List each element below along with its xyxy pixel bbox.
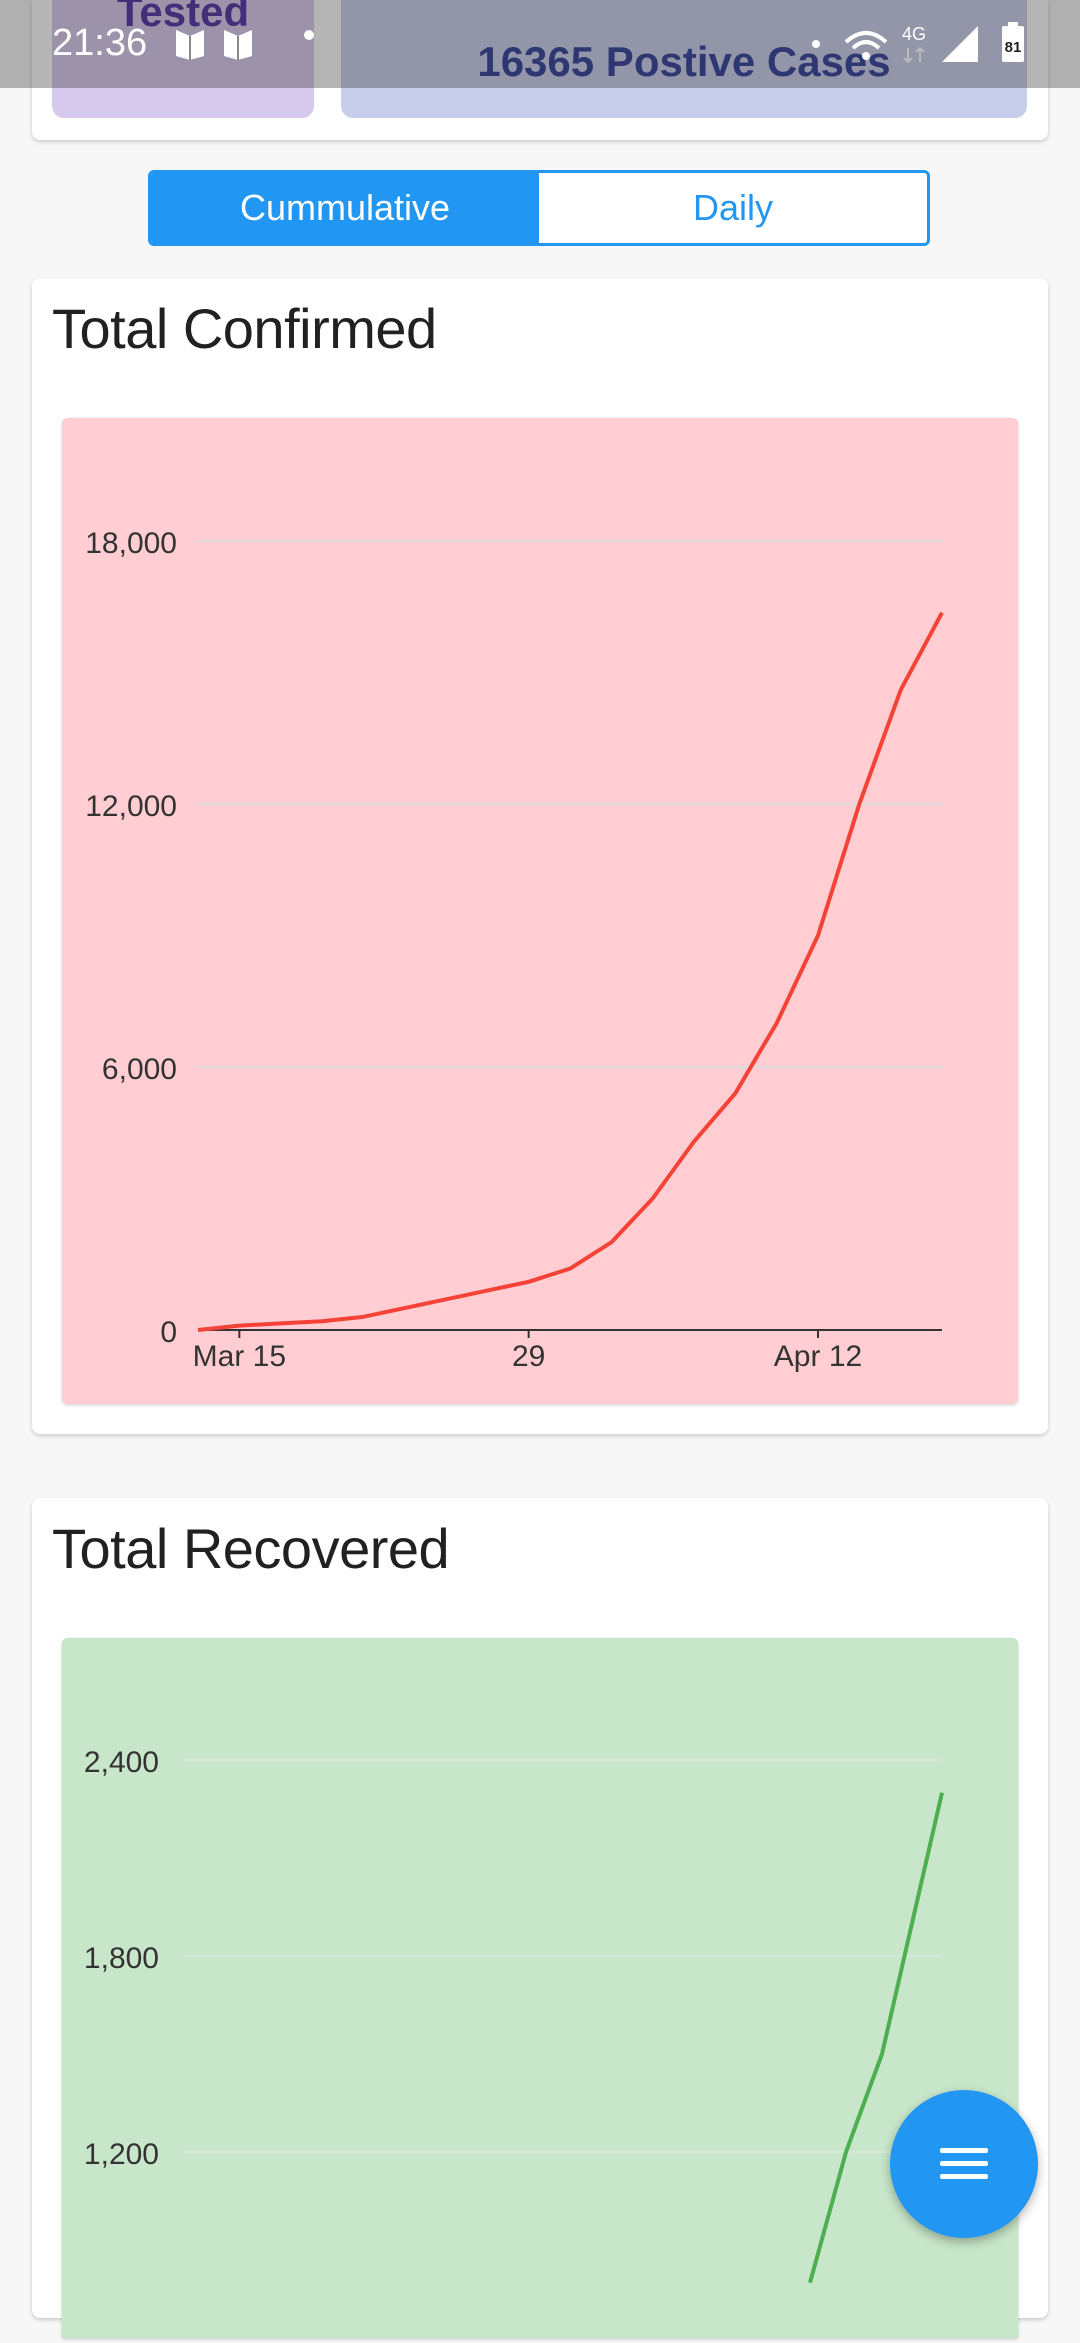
status-time: 21:36 <box>52 22 148 64</box>
y-tick-label: 12,000 <box>85 790 177 823</box>
y-tick-label: 1,800 <box>84 1942 159 1975</box>
menu-icon <box>940 2148 988 2179</box>
x-tick-label: Mar 15 <box>193 1340 286 1373</box>
signal-icon <box>942 26 978 62</box>
recovered-title: Total Recovered <box>52 1517 450 1580</box>
battery-icon: 81 <box>1002 22 1024 62</box>
y-tick-label: 6,000 <box>102 1053 177 1086</box>
confirmed-title: Total Confirmed <box>52 297 437 360</box>
view-mode-toggle: Cummulative Daily <box>148 170 930 246</box>
y-tick-label: 2,400 <box>84 1746 159 1779</box>
recovered-chart-svg: 1,200 1,800 2,400 <box>84 1746 944 2284</box>
recovered-card: Total Recovered 1,200 1,800 2,400 <box>32 1498 1048 2338</box>
recovered-chart[interactable]: 1,200 1,800 2,400 <box>62 1638 1018 2338</box>
dot-icon <box>812 40 820 48</box>
notification-icons <box>172 22 262 71</box>
svg-text:4G: 4G <box>902 24 926 44</box>
status-bar: 21:36 4G 81 <box>0 0 1080 88</box>
system-icons: 4G 81 <box>812 18 1052 68</box>
notification-dot-icon <box>304 30 314 40</box>
svg-text:81: 81 <box>1005 39 1022 56</box>
y-tick-label: 0 <box>160 1316 177 1349</box>
cumulative-button[interactable]: Cummulative <box>151 173 539 243</box>
wifi-icon <box>844 31 888 60</box>
y-tick-label: 18,000 <box>85 527 177 560</box>
x-tick-label: 29 <box>512 1340 545 1373</box>
mobile-data-icon: 4G <box>902 24 926 64</box>
book-app-icon <box>176 30 252 60</box>
confirmed-chart[interactable]: 0 6,000 12,000 18,000 Mar 15 29 Apr 12 <box>62 418 1018 1404</box>
daily-button[interactable]: Daily <box>539 173 927 243</box>
x-tick-label: Apr 12 <box>774 1340 862 1373</box>
confirmed-series-line <box>197 611 944 1332</box>
y-tick-label: 1,200 <box>84 2138 159 2171</box>
confirmed-chart-svg: 0 6,000 12,000 18,000 Mar 15 29 Apr 12 <box>85 527 944 1373</box>
menu-fab-button[interactable] <box>890 2090 1038 2238</box>
confirmed-card: Total Confirmed 0 6,000 12,000 18,000 Mar 15… <box>32 278 1048 1434</box>
